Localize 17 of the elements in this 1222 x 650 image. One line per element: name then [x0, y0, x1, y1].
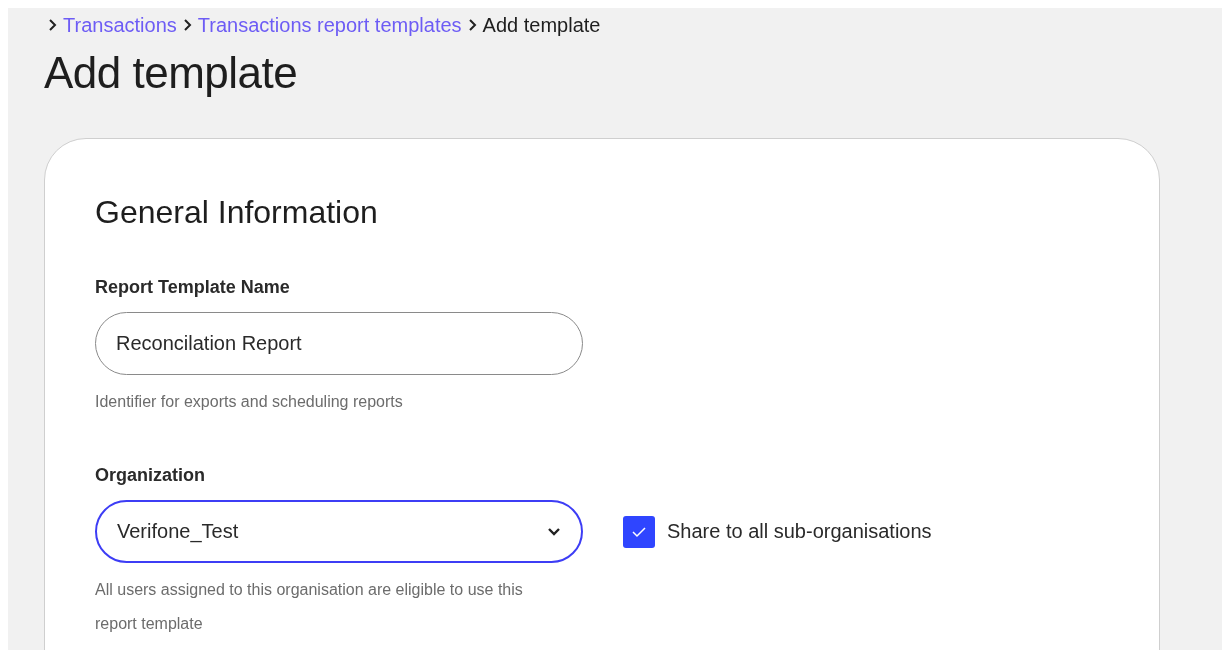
field-label: Report Template Name: [95, 277, 291, 298]
organization-select[interactable]: Verifone_Test: [95, 500, 583, 563]
helper-text: All users assigned to this organisation are eligible to use this report template: [95, 580, 524, 634]
checkbox[interactable]: [623, 515, 655, 548]
chevron-right-icon: [182, 18, 192, 32]
chevron-right-icon: [467, 18, 477, 32]
page-title: Add template: [44, 48, 299, 98]
checkbox-label: Share to all sub-organisations: [667, 520, 932, 543]
helper-text: Identifier for exports and scheduling reports: [95, 392, 404, 412]
checkmark-icon: [631, 525, 647, 538]
field-label: Organization: [95, 465, 206, 486]
chevron-right-icon: [48, 18, 57, 32]
breadcrumb-link[interactable]: Transactions report templates: [197, 13, 462, 37]
breadcrumb-link[interactable]: Transactions: [63, 13, 177, 37]
breadcrumb-current-text: Add template: [482, 13, 601, 37]
chevron-down-icon: [547, 526, 561, 537]
section-title: General Information: [95, 193, 379, 232]
